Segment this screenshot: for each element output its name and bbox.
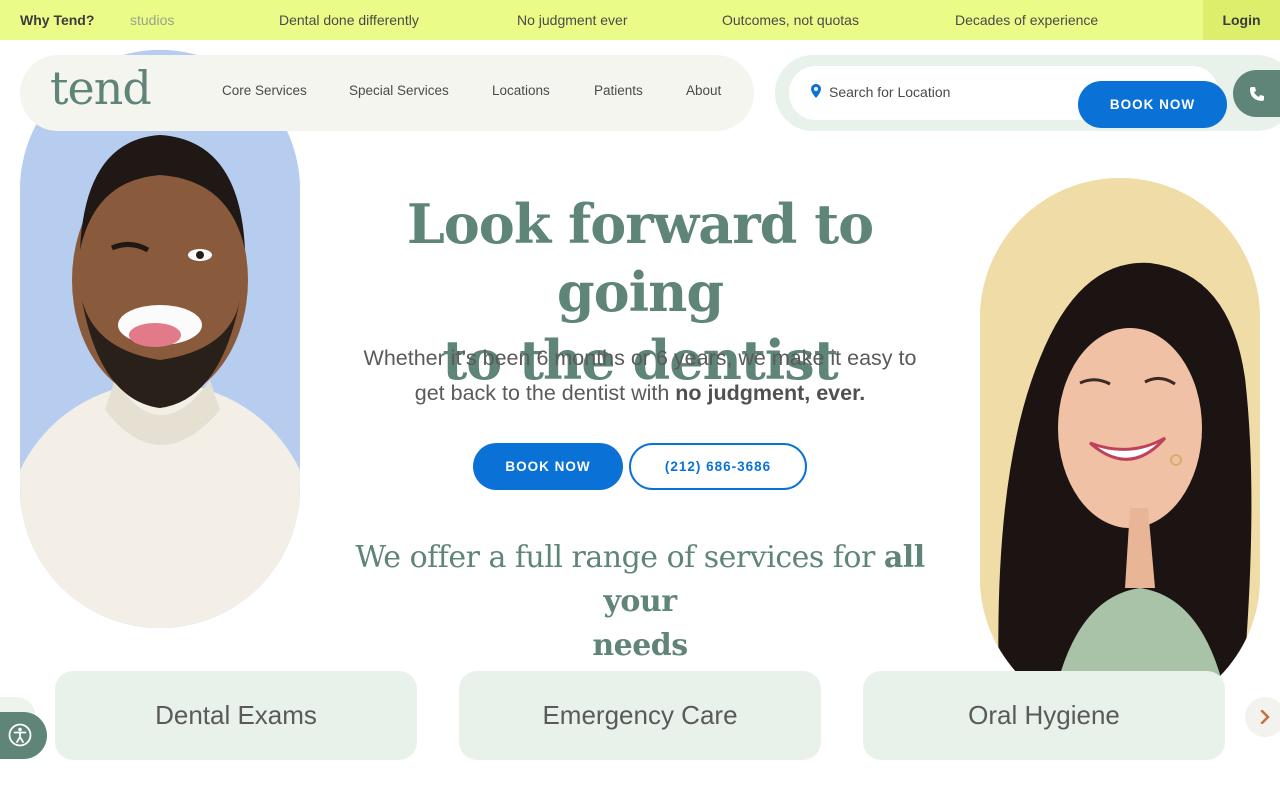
carousel-next-button[interactable] bbox=[1245, 697, 1280, 737]
nav-about[interactable]: About bbox=[686, 83, 721, 98]
service-card-emergency-care[interactable]: Emergency Care bbox=[459, 671, 821, 760]
ticker-item: Outcomes, not quotas bbox=[722, 12, 859, 28]
hero-subtitle-emphasis: no judgment, ever. bbox=[675, 381, 866, 405]
hero-subtitle-line2: get back to the dentist with no judgment… bbox=[330, 376, 950, 411]
login-button[interactable]: Login bbox=[1203, 0, 1280, 40]
nav-locations[interactable]: Locations bbox=[492, 83, 550, 98]
book-now-hero-button[interactable]: BOOK NOW bbox=[473, 443, 623, 490]
search-placeholder: Search for Location bbox=[829, 84, 951, 100]
nav-patients[interactable]: Patients bbox=[594, 83, 643, 98]
search-book-bar: Search for Location BOOK NOW bbox=[775, 55, 1280, 131]
book-now-header-button[interactable]: BOOK NOW bbox=[1078, 81, 1227, 128]
services-heading-emphasis-2: needs bbox=[592, 628, 688, 663]
ticker-item: Dental done differently bbox=[279, 12, 419, 28]
hero-photo-man bbox=[20, 50, 300, 628]
hero-title-line1: Look forward to going bbox=[406, 192, 874, 324]
service-card-dental-exams[interactable]: Dental Exams bbox=[55, 671, 417, 760]
phone-button[interactable] bbox=[1233, 70, 1280, 117]
location-search-input[interactable]: Search for Location BOOK NOW bbox=[789, 66, 1227, 128]
ticker-item: Decades of experience bbox=[955, 12, 1099, 28]
chevron-right-icon bbox=[1260, 710, 1270, 724]
nav-core-services[interactable]: Core Services bbox=[222, 83, 307, 98]
service-card-oral-hygiene[interactable]: Oral Hygiene bbox=[863, 671, 1225, 760]
hero-subtitle: Whether it’s been 6 months or 6 years, w… bbox=[330, 341, 950, 411]
phone-number-button[interactable]: (212) 686-3686 bbox=[629, 443, 807, 490]
ticker-item: No judgment ever bbox=[517, 12, 628, 28]
services-heading-line1: We offer a full range of services for al… bbox=[330, 536, 950, 624]
tend-logo[interactable]: tend bbox=[50, 61, 152, 115]
hero-subtitle-line1: Whether it’s been 6 months or 6 years, w… bbox=[363, 346, 917, 370]
ticker-item: studios bbox=[130, 12, 175, 28]
services-heading-text: We offer a full range of services for bbox=[355, 540, 884, 575]
hero-subtitle-text: get back to the dentist with bbox=[414, 381, 676, 405]
why-tend-link[interactable]: Why Tend? bbox=[20, 0, 94, 40]
hero-photo-woman bbox=[980, 178, 1260, 718]
services-heading: We offer a full range of services for al… bbox=[330, 536, 950, 668]
phone-icon bbox=[1250, 87, 1264, 101]
map-pin-icon bbox=[811, 84, 821, 98]
announcement-bar: Why Tend? studios Dental done differentl… bbox=[0, 0, 1280, 40]
nav-special-services[interactable]: Special Services bbox=[349, 83, 449, 98]
main-nav: tend Core Services Special Services Loca… bbox=[20, 55, 754, 131]
accessibility-button[interactable] bbox=[0, 712, 47, 759]
accessibility-icon bbox=[8, 723, 32, 747]
services-heading-line2: needs bbox=[330, 624, 950, 668]
